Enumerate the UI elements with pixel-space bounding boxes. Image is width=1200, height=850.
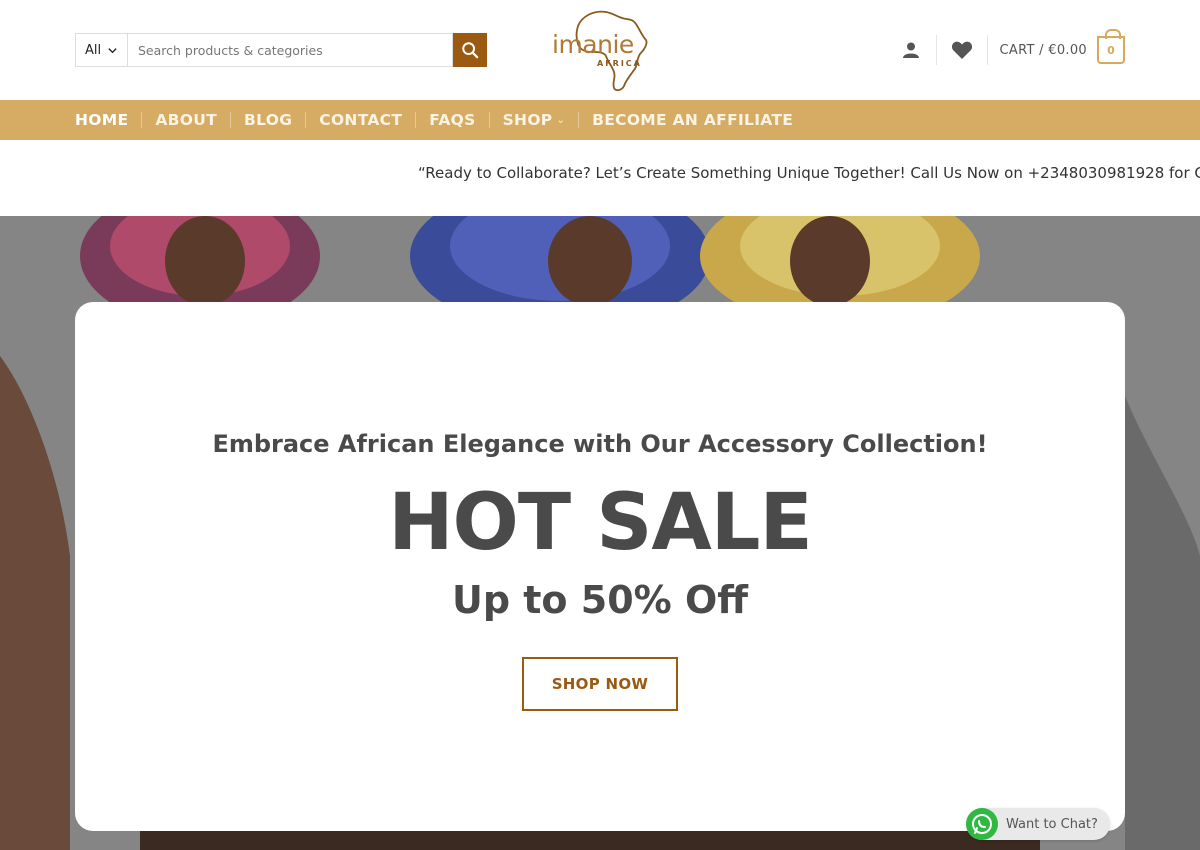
header-actions: CART / €0.00 0 bbox=[898, 29, 1125, 67]
hero-subtitle: Embrace African Elegance with Our Access… bbox=[212, 430, 988, 458]
logo-text: imanie bbox=[552, 30, 634, 59]
cart-link[interactable]: CART / €0.00 bbox=[1000, 43, 1087, 58]
chevron-down-icon bbox=[108, 47, 117, 53]
heart-icon bbox=[951, 41, 972, 59]
chat-label: Want to Chat? bbox=[1006, 816, 1098, 832]
header-divider bbox=[935, 35, 937, 65]
nav-item-faqs[interactable]: FAQS bbox=[429, 100, 475, 140]
user-icon bbox=[902, 42, 919, 58]
nav-item-about[interactable]: ABOUT bbox=[155, 100, 217, 140]
category-select-value: All bbox=[84, 42, 102, 58]
site-logo[interactable]: imanie AFRICA bbox=[550, 8, 650, 92]
header-divider bbox=[986, 35, 988, 65]
announcement-marquee: “Ready to Collaborate? Let’s Create Some… bbox=[0, 140, 1200, 216]
hero-discount: Up to 50% Off bbox=[451, 578, 749, 622]
marquee-text: “Ready to Collaborate? Let’s Create Some… bbox=[418, 164, 1200, 182]
hero-banner: Embrace African Elegance with Our Access… bbox=[0, 216, 1200, 850]
category-select[interactable]: All bbox=[75, 33, 127, 67]
nav-separator bbox=[141, 112, 143, 128]
nav-separator bbox=[230, 112, 232, 128]
cart-count-badge: 0 bbox=[1107, 43, 1115, 57]
nav-item-home[interactable]: HOME bbox=[75, 100, 128, 140]
nav-list: HOME ABOUT BLOG CONTACT FAQS SHOP ⌄ BECO… bbox=[75, 100, 793, 140]
search-form: All bbox=[75, 33, 487, 67]
promo-card: Embrace African Elegance with Our Access… bbox=[75, 302, 1125, 831]
nav-item-shop-label: SHOP bbox=[502, 111, 553, 129]
nav-separator bbox=[415, 112, 417, 128]
hero-title: HOT SALE bbox=[388, 478, 812, 568]
main-nav: HOME ABOUT BLOG CONTACT FAQS SHOP ⌄ BECO… bbox=[0, 100, 1200, 140]
nav-separator bbox=[488, 112, 490, 128]
logo-subtext: AFRICA bbox=[597, 59, 642, 68]
search-icon bbox=[462, 42, 479, 59]
nav-item-affiliate[interactable]: BECOME AN AFFILIATE bbox=[592, 100, 793, 140]
whatsapp-icon bbox=[966, 808, 998, 840]
search-button[interactable] bbox=[453, 33, 487, 67]
bag-icon[interactable]: 0 bbox=[1097, 29, 1125, 64]
wishlist-button[interactable] bbox=[949, 37, 975, 63]
whatsapp-chat-button[interactable]: Want to Chat? bbox=[966, 808, 1110, 840]
site-header: All imanie AFRICA CART / €0.00 0 bbox=[0, 0, 1200, 100]
nav-item-shop[interactable]: SHOP ⌄ bbox=[503, 100, 566, 140]
nav-item-blog[interactable]: BLOG bbox=[244, 100, 292, 140]
shop-now-button[interactable]: SHOP NOW bbox=[522, 657, 678, 711]
account-button[interactable] bbox=[898, 37, 924, 63]
nav-separator bbox=[578, 112, 580, 128]
search-input[interactable] bbox=[127, 33, 453, 67]
nav-separator bbox=[305, 112, 307, 128]
nav-item-contact[interactable]: CONTACT bbox=[319, 100, 402, 140]
chevron-down-icon: ⌄ bbox=[556, 114, 566, 126]
